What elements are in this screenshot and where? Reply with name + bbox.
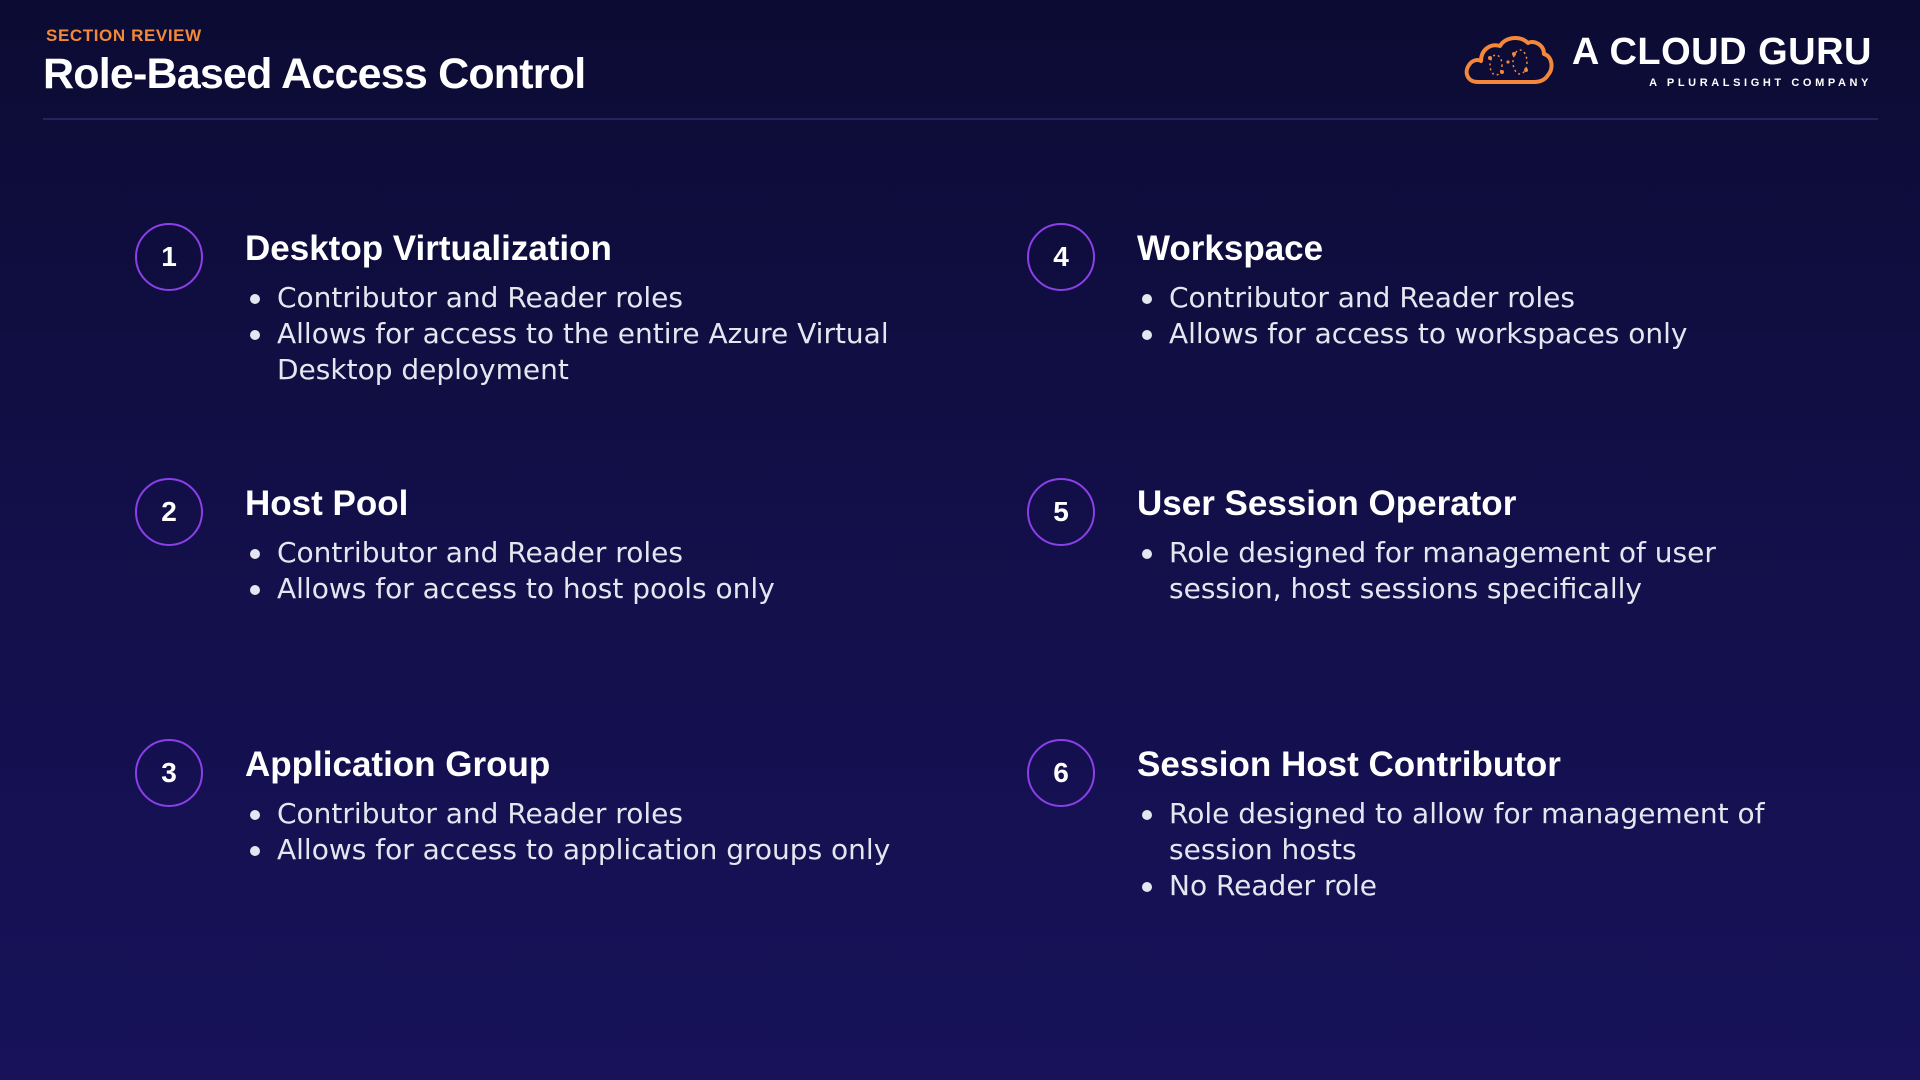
bullet-item: No Reader role xyxy=(1137,868,1809,904)
role-bullets: Contributor and Reader roles Allows for … xyxy=(245,535,775,607)
role-bullets: Role designed to allow for management of… xyxy=(1137,796,1809,904)
bullet-item: Contributor and Reader roles xyxy=(245,796,890,832)
header-divider xyxy=(43,118,1878,120)
brand-text: A CLOUD GURU A PLURALSIGHT COMPANY xyxy=(1572,33,1872,89)
section-kicker: SECTION REVIEW xyxy=(46,26,202,45)
bullet-item: Allows for access to the entire Azure Vi… xyxy=(245,316,917,388)
bullet-item: Contributor and Reader roles xyxy=(245,280,917,316)
brand-tagline: A PLURALSIGHT COMPANY xyxy=(1649,77,1872,89)
brand-name: A CLOUD GURU xyxy=(1571,31,1872,73)
bullet-item: Role designed to allow for management of… xyxy=(1137,796,1809,868)
bullet-item: Role designed for management of user ses… xyxy=(1137,535,1769,607)
cloud-icon xyxy=(1464,36,1554,84)
role-title: Workspace xyxy=(1137,229,1324,268)
role-bullets: Contributor and Reader roles Allows for … xyxy=(245,280,917,388)
brand-logo: A CLOUD GURU A PLURALSIGHT COMPANY xyxy=(1462,26,1872,96)
role-bullets: Contributor and Reader roles Allows for … xyxy=(245,796,890,868)
bullet-item: Allows for access to workspaces only xyxy=(1137,316,1688,352)
role-title: Session Host Contributor xyxy=(1137,745,1561,784)
step-number-badge: 3 xyxy=(135,739,203,807)
step-number-badge: 4 xyxy=(1027,223,1095,291)
bullet-item: Contributor and Reader roles xyxy=(245,535,775,571)
page-title: Role-Based Access Control xyxy=(43,50,586,98)
role-bullets: Contributor and Reader roles Allows for … xyxy=(1137,280,1688,352)
bullet-item: Contributor and Reader roles xyxy=(1137,280,1688,316)
bullet-item: Allows for access to application groups … xyxy=(245,832,890,868)
role-title: Application Group xyxy=(245,745,551,784)
role-title: User Session Operator xyxy=(1137,484,1517,523)
step-number-badge: 2 xyxy=(135,478,203,546)
step-number-badge: 5 xyxy=(1027,478,1095,546)
role-title: Host Pool xyxy=(245,484,409,523)
step-number-badge: 1 xyxy=(135,223,203,291)
role-title: Desktop Virtualization xyxy=(245,229,612,268)
step-number-badge: 6 xyxy=(1027,739,1095,807)
bullet-item: Allows for access to host pools only xyxy=(245,571,775,607)
role-bullets: Role designed for management of user ses… xyxy=(1137,535,1769,607)
